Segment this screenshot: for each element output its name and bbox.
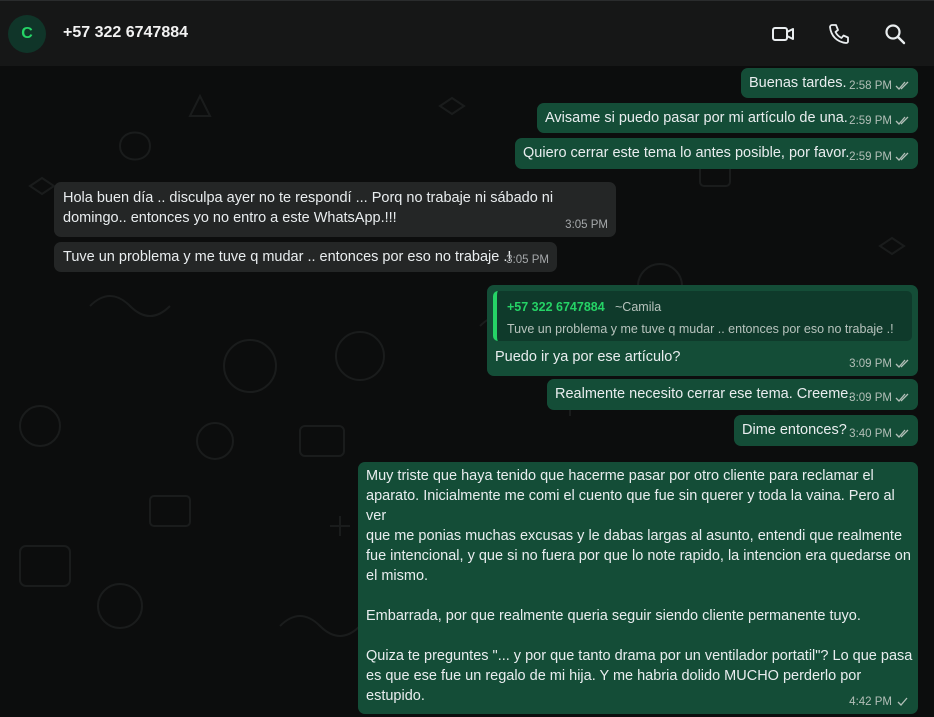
double-check-icon [895, 116, 910, 126]
message-time: 3:05 PM [565, 219, 608, 231]
message-text: Hola buen día .. disculpa ayer no te res… [63, 190, 554, 226]
message-text: Realmente necesito cerrar ese tema. Cree… [555, 386, 853, 402]
chat-area[interactable]: Buenas tardes. 2:58 PM Avisame si puedo … [0, 66, 934, 717]
message-meta: 3:09 PM [849, 391, 910, 405]
quoted-author: +57 322 6747884 [507, 300, 605, 314]
message-text: Muy triste que haya tenido que hacerme p… [366, 468, 913, 704]
check-icon [895, 697, 910, 707]
double-check-icon [895, 81, 910, 91]
message-time: 2:59 PM [849, 151, 892, 163]
message-outgoing[interactable]: Muy triste que haya tenido que hacerme p… [358, 462, 918, 714]
double-check-icon [895, 393, 910, 403]
message-meta: 3:05 PM [506, 253, 549, 267]
message-text: Avisame si puedo pasar por mi artículo d… [545, 110, 848, 126]
contact-name[interactable]: +57 322 6747884 [63, 24, 188, 42]
message-text: Dime entonces? [742, 422, 847, 438]
message-time: 2:58 PM [849, 80, 892, 92]
message-outgoing[interactable]: Realmente necesito cerrar ese tema. Cree… [547, 379, 918, 410]
message-meta: 2:59 PM [849, 150, 910, 164]
message-meta: 3:05 PM [565, 218, 608, 232]
message-outgoing[interactable]: Avisame si puedo pasar por mi artículo d… [537, 103, 918, 133]
message-time: 2:59 PM [849, 115, 892, 127]
message-time: 3:40 PM [849, 428, 892, 440]
avatar[interactable]: C [8, 15, 46, 53]
message-meta: 3:40 PM [849, 427, 910, 441]
message-time: 4:42 PM [849, 696, 892, 708]
message-outgoing[interactable]: Dime entonces? 3:40 PM [734, 415, 918, 446]
message-outgoing[interactable]: Buenas tardes. 2:58 PM [741, 68, 918, 98]
quoted-text: Tuve un problema y me tuve q mudar .. en… [507, 322, 894, 336]
voice-call-icon[interactable] [826, 21, 852, 47]
message-meta: 4:42 PM [849, 695, 910, 709]
message-incoming[interactable]: Tuve un problema y me tuve q mudar .. en… [54, 242, 557, 272]
double-check-icon [895, 152, 910, 162]
message-incoming[interactable]: Hola buen día .. disculpa ayer no te res… [54, 182, 616, 237]
double-check-icon [895, 429, 910, 439]
quoted-message[interactable]: +57 322 6747884 ~Camila Tuve un problema… [493, 291, 912, 341]
message-meta: 2:58 PM [849, 79, 910, 93]
video-call-icon[interactable] [770, 21, 796, 47]
message-meta: 2:59 PM [849, 114, 910, 128]
search-icon[interactable] [882, 21, 908, 47]
message-text: Puedo ir ya por ese artículo? [495, 349, 681, 365]
message-text: Quiero cerrar este tema lo antes posible… [523, 145, 850, 161]
message-outgoing-reply[interactable]: +57 322 6747884 ~Camila Tuve un problema… [487, 285, 918, 376]
quoted-alias: ~Camila [615, 300, 662, 314]
double-check-icon [895, 359, 910, 369]
chat-header: C +57 322 6747884 [0, 0, 934, 66]
message-text: Tuve un problema y me tuve q mudar .. en… [63, 249, 512, 265]
message-time: 3:05 PM [506, 254, 549, 266]
message-text: Buenas tardes. [749, 75, 847, 91]
message-time: 3:09 PM [849, 358, 892, 370]
message-outgoing[interactable]: Quiero cerrar este tema lo antes posible… [515, 138, 918, 169]
message-time: 3:09 PM [849, 392, 892, 404]
message-meta: 3:09 PM [849, 357, 910, 371]
